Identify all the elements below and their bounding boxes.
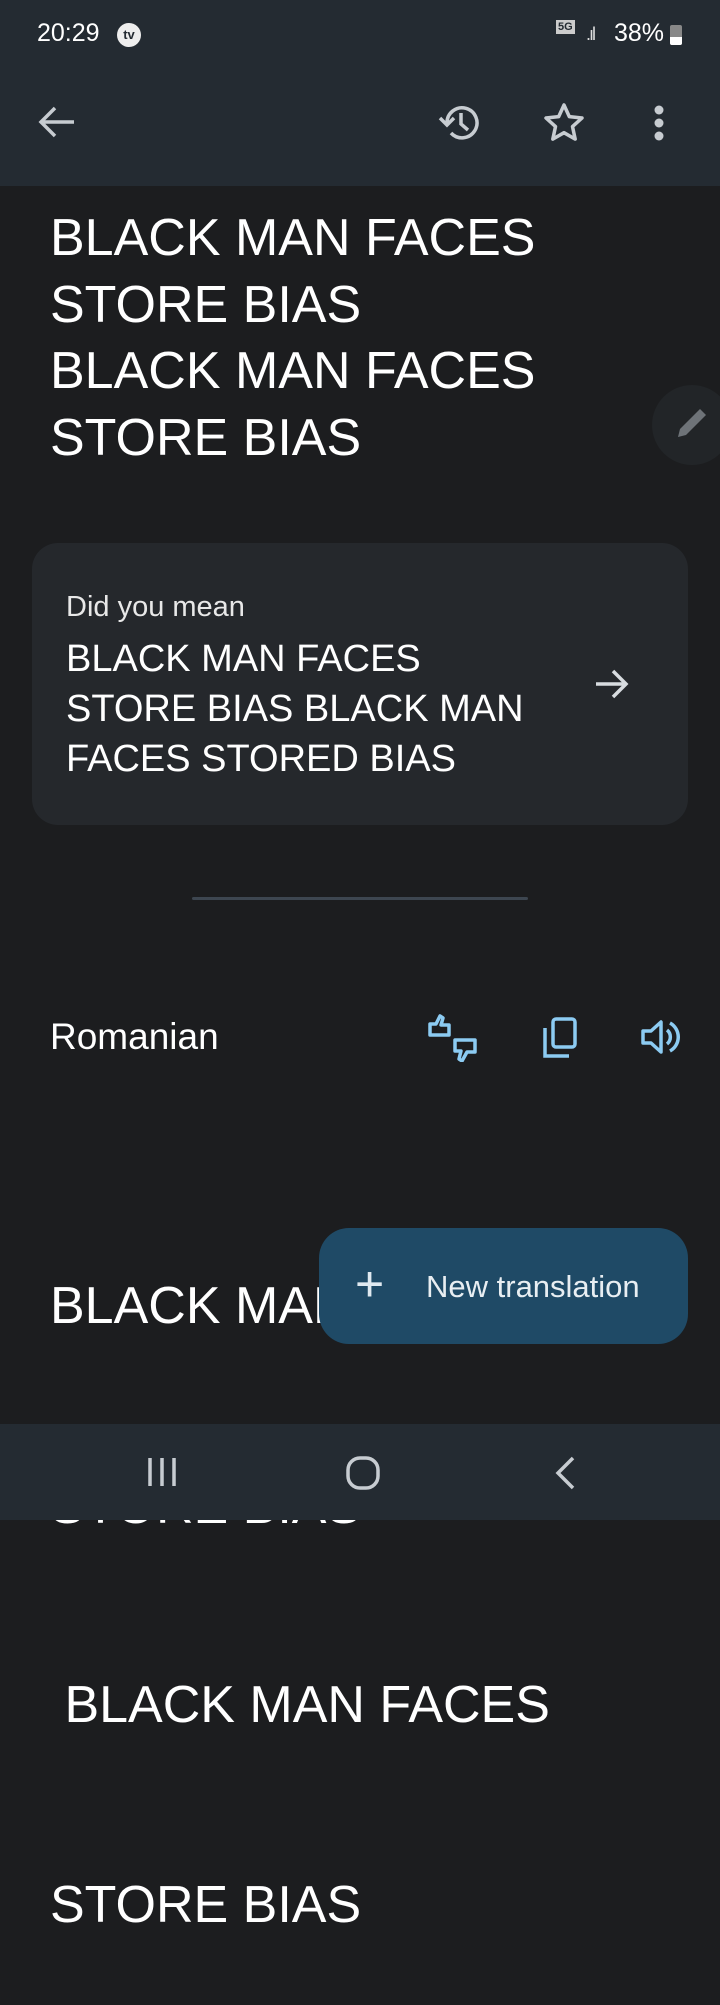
clock: 20:29 [37, 19, 100, 47]
more-vert-icon[interactable] [652, 104, 666, 144]
target-language-label: Romanian [50, 1016, 219, 1057]
back-nav-icon[interactable] [553, 1455, 577, 1491]
plus-icon: + [355, 1256, 385, 1312]
source-line: STORE BIAS [50, 275, 362, 334]
divider[interactable] [192, 897, 528, 900]
star-icon[interactable] [543, 102, 585, 142]
pencil-icon [678, 409, 706, 437]
recent-apps-icon[interactable] [146, 1456, 178, 1488]
history-icon[interactable] [437, 100, 483, 146]
speaker-icon[interactable] [640, 1018, 680, 1056]
status-bar: 20:29 tv 5G .ıl 38% [0, 0, 720, 70]
did-you-mean-label: Did you mean [66, 591, 245, 623]
suggestion-line: BLACK MAN FACES [66, 638, 421, 680]
signal-icon: .ıl [586, 24, 596, 44]
did-you-mean-card[interactable]: Did you mean BLACK MAN FACES STORE BIAS … [32, 543, 688, 825]
new-translation-button[interactable]: + New translation [319, 1228, 688, 1344]
battery-percent: 38% [614, 19, 665, 47]
source-text[interactable]: BLACK MAN FACES STORE BIAS BLACK MAN FAC… [50, 205, 610, 471]
home-icon[interactable] [345, 1455, 381, 1491]
suggestion-line: STORE BIAS BLACK MAN [66, 688, 524, 730]
feedback-thumbs-icon[interactable] [427, 1014, 479, 1062]
suggestion-text: BLACK MAN FACES STORE BIAS BLACK MAN FAC… [66, 634, 546, 784]
translation-line: STORE BIAS [50, 1875, 362, 1934]
new-translation-label: New translation [426, 1269, 640, 1304]
copy-icon[interactable] [541, 1016, 579, 1060]
arrow-forward-icon[interactable] [594, 668, 630, 700]
tv-icon: tv [117, 23, 141, 47]
translation-line: BLACK MAN FACES [50, 1676, 550, 1734]
battery-icon [670, 25, 682, 45]
suggestion-line: FACES STORED BIAS [66, 738, 456, 780]
app-bar [0, 70, 720, 186]
network-icon: 5G [556, 20, 575, 34]
source-line: BLACK MAN FACES [50, 342, 536, 400]
source-line: STORE BIAS [50, 408, 362, 467]
arrow-back-icon[interactable] [38, 105, 76, 139]
navigation-bar [0, 1424, 720, 1520]
source-line: BLACK MAN FACES [50, 209, 536, 267]
edit-button[interactable] [652, 385, 720, 465]
